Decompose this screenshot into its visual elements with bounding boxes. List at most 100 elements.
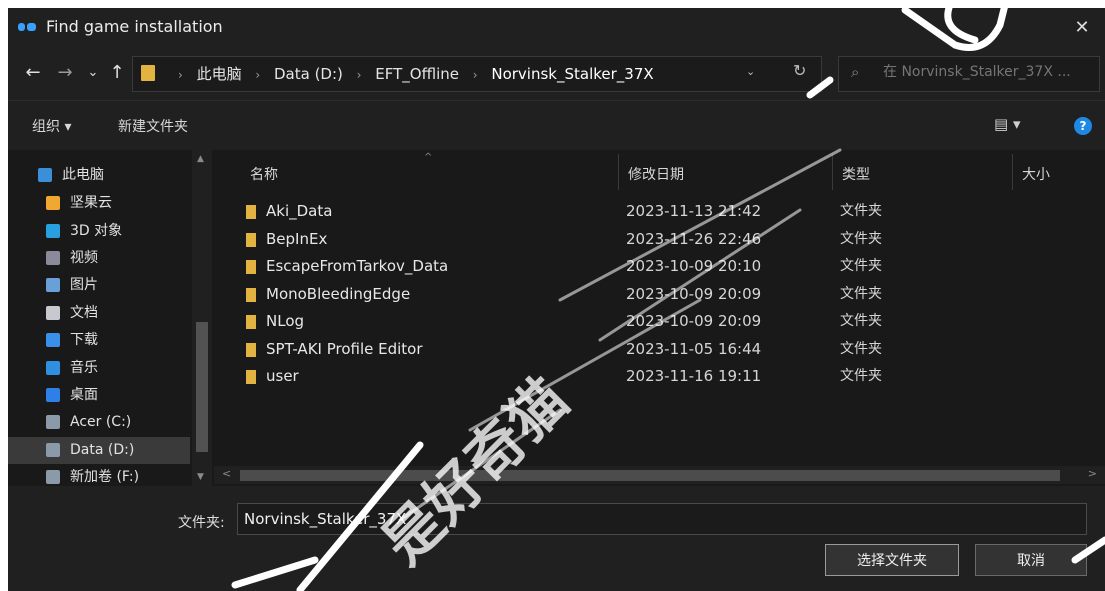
scroll-down-icon[interactable]: ▼ (197, 472, 204, 482)
file-row[interactable]: NLog 2023-10-09 20:09 文件夹 (242, 308, 1082, 335)
nutstore-icon (46, 196, 60, 210)
column-divider[interactable] (832, 154, 833, 190)
sidebar-item[interactable]: 图片 (8, 272, 190, 299)
folder-icon (246, 370, 256, 384)
file-type: 文件夹 (840, 258, 882, 274)
forward-arrow-icon: → (57, 62, 73, 83)
folder-icon (246, 287, 256, 302)
forward-button[interactable]: → (54, 60, 76, 86)
file-date: 2023-10-09 20:10 (626, 257, 762, 275)
sidebar-item-label: Data (D:) (70, 442, 135, 458)
sidebar-item-label: 文档 (70, 305, 98, 321)
sidebar-item-label: 下载 (70, 332, 98, 348)
new-folder-button[interactable]: 新建文件夹 (118, 116, 188, 136)
sidebar-item[interactable]: 视频 (8, 245, 190, 272)
sidebar-item-label: Acer (C:) (70, 414, 132, 430)
refresh-icon[interactable]: ↻ (793, 61, 806, 80)
cancel-button[interactable]: 取消 (975, 544, 1087, 576)
file-type: 文件夹 (840, 313, 882, 329)
file-date: 2023-11-26 22:46 (626, 229, 762, 248)
horizontal-scrollbar[interactable]: < > (214, 466, 1105, 484)
sidebar-item[interactable]: 下载 (8, 327, 190, 354)
column-header-type[interactable]: 类型 (842, 164, 870, 184)
column-divider[interactable] (1012, 154, 1013, 190)
sidebar-item[interactable]: 新加卷 (F:) (8, 464, 190, 486)
navigation-bar: ← → ⌄ ↑ › 此电脑 › Data (D:) › EFT_Offline … (8, 48, 1105, 100)
file-list: ^ 名称 修改日期 类型 大小 Aki_Data 2023-11-13 21:42… (214, 150, 1105, 486)
window-title: Find game installation (46, 17, 223, 36)
folder-name-input[interactable] (237, 503, 1087, 535)
scroll-left-icon[interactable]: < (222, 467, 231, 480)
sidebar-item-label: 视频 (70, 250, 98, 266)
search-input[interactable] (881, 63, 1095, 81)
scroll-up-icon[interactable]: ▲ (197, 154, 204, 164)
file-row[interactable]: SPT-AKI Profile Editor 2023-11-05 16:44 文件… (242, 336, 1082, 363)
downloads-icon (46, 333, 60, 347)
music-icon (46, 361, 60, 375)
file-dialog: Find game installation ✕ ← → ⌄ ↑ › 此电脑 ›… (8, 8, 1105, 591)
sidebar-item[interactable]: 桌面 (8, 382, 190, 409)
documents-icon (46, 306, 60, 320)
breadcrumb-separator: › (255, 68, 261, 82)
file-date: 2023-10-09 20:09 (626, 312, 762, 330)
help-icon[interactable]: ? (1074, 117, 1092, 135)
folder-icon (246, 315, 256, 329)
close-button[interactable]: ✕ (1059, 8, 1105, 48)
file-date: 2023-11-05 16:44 (626, 339, 762, 358)
breadcrumb-item-eft-offline[interactable]: EFT_Offline (375, 65, 459, 83)
search-icon: ⌕ (851, 63, 860, 81)
file-name: Aki_Data (266, 202, 333, 220)
3d-objects-icon (46, 224, 60, 238)
search-box[interactable]: ⌕ (838, 56, 1100, 92)
close-icon: ✕ (1074, 17, 1090, 38)
file-type: 文件夹 (840, 230, 882, 247)
sidebar-item[interactable]: Acer (C:) (8, 409, 190, 436)
folder-icon (141, 65, 155, 81)
sidebar-item[interactable]: 文档 (8, 300, 190, 327)
column-header-name[interactable]: 名称 (250, 164, 278, 184)
file-row[interactable]: user 2023-11-16 19:11 文件夹 (242, 363, 1082, 390)
up-button[interactable]: ↑ (106, 60, 128, 86)
file-row[interactable]: MonoBleedingEdge 2023-10-09 20:09 文件夹 (242, 281, 1082, 308)
drive-d-icon (46, 443, 60, 457)
breadcrumb-item-this-pc[interactable]: 此电脑 (197, 63, 242, 84)
column-header-date[interactable]: 修改日期 (628, 164, 684, 184)
scrollbar-thumb[interactable] (196, 322, 208, 452)
address-bar[interactable]: › 此电脑 › Data (D:) › EFT_Offline › Norvin… (132, 56, 822, 92)
folder-icon (246, 342, 256, 357)
file-row[interactable]: Aki_Data 2023-11-13 21:42 文件夹 (242, 198, 1082, 225)
breadcrumb-separator: › (472, 68, 478, 82)
view-options-button[interactable]: ▤ ▾ (994, 115, 1020, 133)
app-icon (18, 23, 36, 31)
breadcrumb-item-data-d[interactable]: Data (D:) (274, 65, 343, 83)
back-button[interactable]: ← (22, 60, 44, 86)
up-arrow-icon: ↑ (109, 62, 125, 83)
sidebar-item-label: 新加卷 (F:) (70, 469, 140, 485)
organize-button[interactable]: 组织 ▾ (32, 116, 71, 136)
navigation-pane-scrollbar[interactable]: ▲ ▼ (192, 150, 212, 486)
chevron-down-icon: ⌄ (87, 65, 99, 80)
column-header-size[interactable]: 大小 (1022, 164, 1050, 184)
breadcrumb-item-current[interactable]: Norvinsk_Stalker_37X (491, 65, 653, 83)
select-folder-button[interactable]: 选择文件夹 (825, 544, 959, 576)
scroll-right-icon[interactable]: > (1088, 467, 1097, 480)
file-row[interactable]: EscapeFromTarkov_Data 2023-10-09 20:10 文件夹 (242, 253, 1082, 280)
sidebar-item[interactable]: 此电脑 (8, 162, 190, 189)
back-arrow-icon: ← (25, 62, 41, 83)
file-name: MonoBleedingEdge (266, 284, 411, 303)
sidebar-item[interactable]: Data (D:) (8, 437, 190, 464)
file-row[interactable]: BepInEx 2023-11-26 22:46 文件夹 (242, 226, 1082, 253)
sidebar-item-label: 桌面 (70, 387, 98, 403)
sidebar-item[interactable]: 3D 对象 (8, 218, 190, 245)
file-date: 2023-11-16 19:11 (626, 367, 762, 385)
sidebar-item[interactable]: 音乐 (8, 355, 190, 382)
address-dropdown-icon[interactable]: ⌄ (746, 65, 755, 78)
sidebar-item-label: 音乐 (70, 360, 98, 376)
sidebar-item[interactable]: 坚果云 (8, 190, 190, 217)
scrollbar-thumb[interactable] (240, 470, 1060, 481)
folder-icon (246, 205, 256, 219)
folder-label: 文件夹: (178, 515, 225, 531)
column-divider[interactable] (618, 154, 619, 190)
recent-locations-button[interactable]: ⌄ (82, 60, 104, 86)
folder-icon (246, 260, 256, 274)
